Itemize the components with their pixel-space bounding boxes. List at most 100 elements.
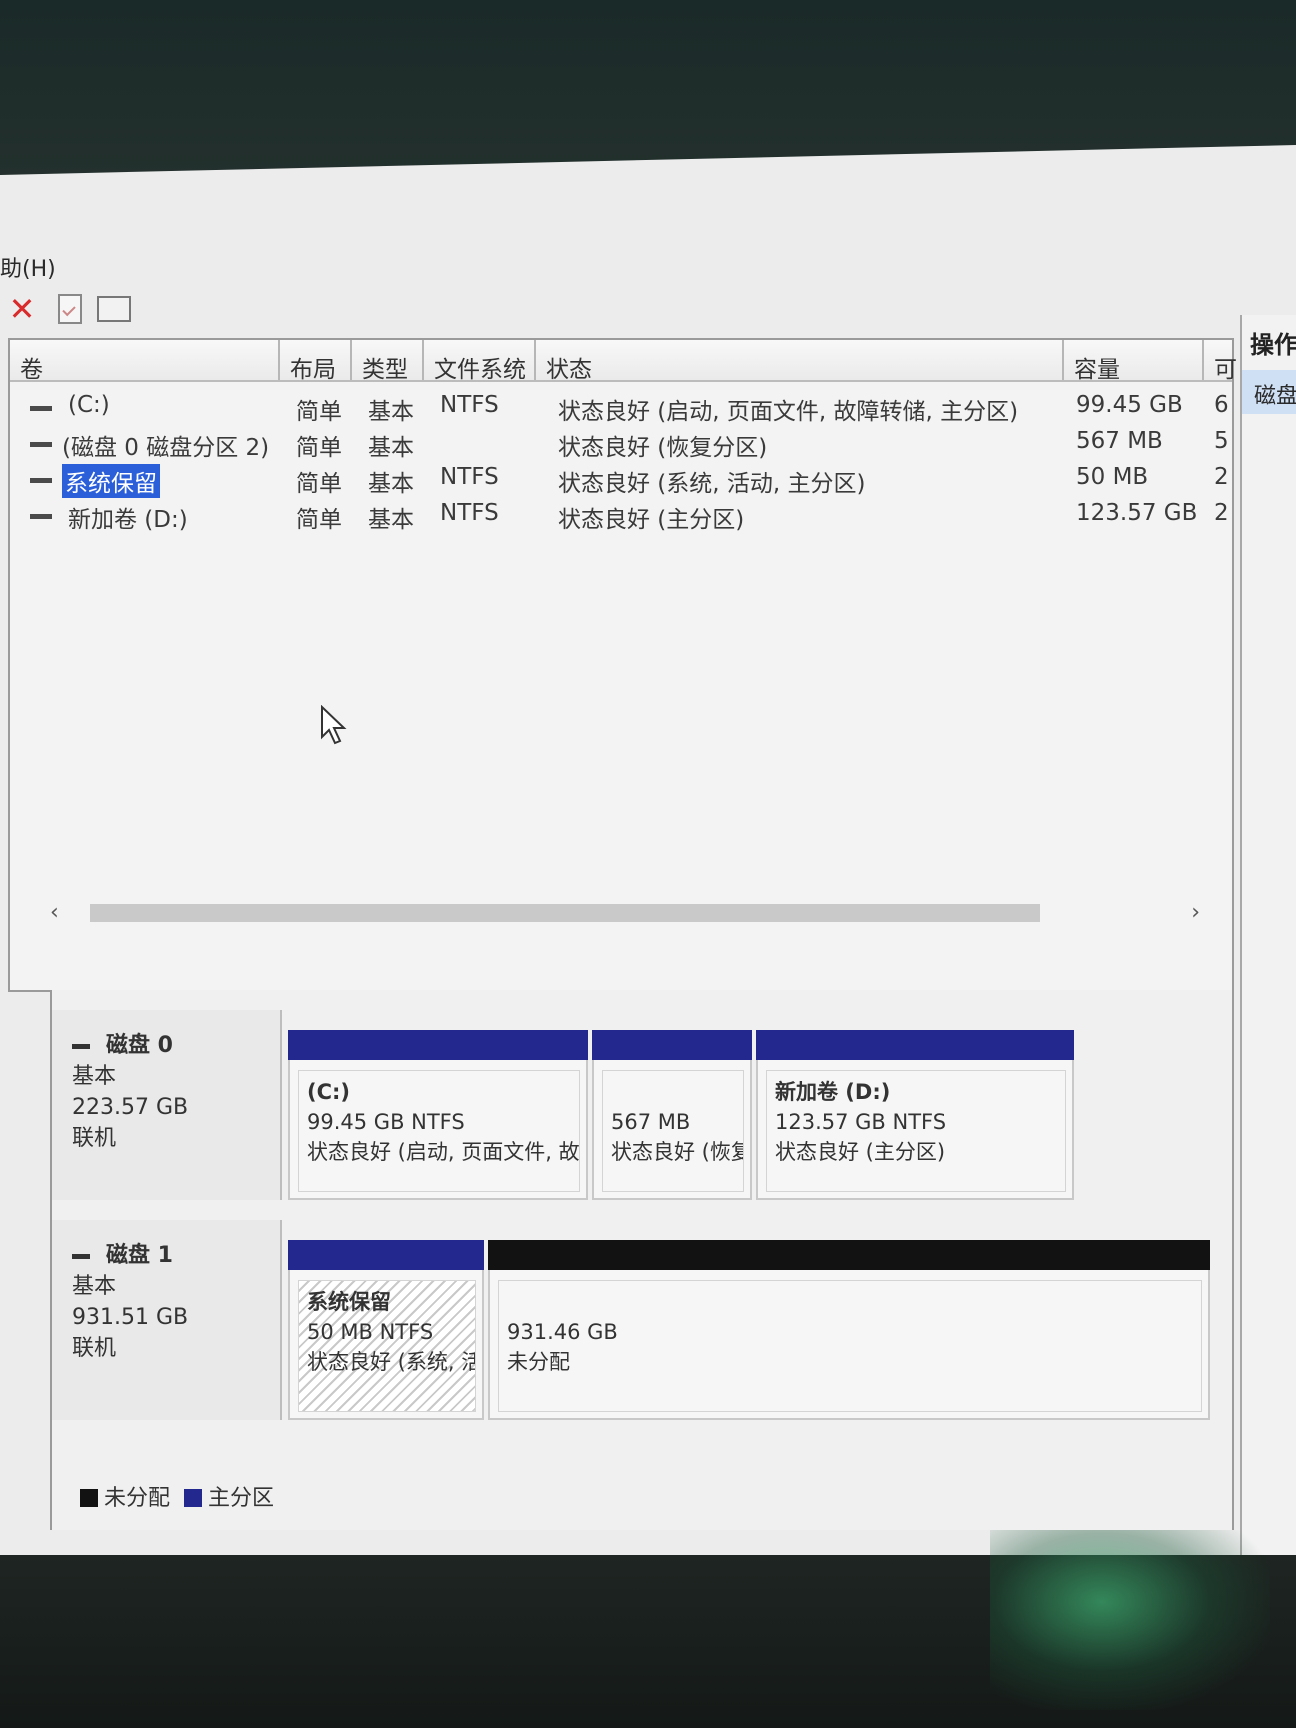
partition-size: 931.46 GB bbox=[507, 1320, 618, 1344]
disk-size: 223.57 GB bbox=[72, 1095, 189, 1120]
toolbar: ✕ bbox=[0, 290, 1296, 335]
column-header-free[interactable]: 可 bbox=[1204, 340, 1237, 383]
volume-free: 2 bbox=[1214, 500, 1229, 526]
disk-1-info: 磁盘 1 基本 931.51 GB 联机 bbox=[72, 1240, 188, 1364]
disk-size: 931.51 GB bbox=[72, 1305, 189, 1330]
partition-bar bbox=[756, 1030, 1074, 1060]
checked-document-icon[interactable] bbox=[52, 291, 88, 327]
volume-icon bbox=[30, 442, 52, 447]
partition-size: 567 MB bbox=[611, 1110, 691, 1134]
partition-status: 未分配 bbox=[507, 1350, 570, 1374]
legend-label: 未分配 bbox=[104, 1486, 171, 1511]
column-header-layout[interactable]: 布局 bbox=[280, 340, 352, 383]
disk-icon bbox=[72, 1253, 90, 1259]
mouse-cursor-icon bbox=[321, 705, 347, 745]
column-header-status[interactable]: 状态 bbox=[536, 340, 1064, 383]
disk-1-label-panel[interactable]: 磁盘 1 基本 931.51 GB 联机 bbox=[52, 1220, 282, 1420]
partition-title: 新加卷 (D:) bbox=[775, 1080, 891, 1104]
close-icon[interactable]: ✕ bbox=[4, 290, 40, 328]
disk-state: 联机 bbox=[72, 1336, 117, 1361]
monitor-bezel-top bbox=[0, 0, 1296, 175]
partition-status: 状态良好 (系统, 活 bbox=[307, 1350, 476, 1374]
volume-status: 状态良好 (系统, 活动, 主分区) bbox=[558, 471, 866, 497]
horizontal-scrollbar[interactable]: ‹ › bbox=[50, 900, 1200, 925]
partition-size: 99.45 GB NTFS bbox=[307, 1110, 465, 1134]
unallocated-space[interactable]: 931.46 GB 未分配 bbox=[488, 1240, 1210, 1420]
partition-title: 系统保留 bbox=[307, 1290, 391, 1314]
volume-capacity: 50 MB bbox=[1076, 464, 1149, 490]
scroll-right-icon[interactable]: › bbox=[1191, 900, 1200, 925]
volume-name: (磁盘 0 磁盘分区 2) bbox=[62, 435, 270, 461]
volume-icon bbox=[30, 514, 52, 519]
legend-swatch-primary bbox=[184, 1489, 203, 1507]
partition-recovery[interactable]: 567 MB 状态良好 (恢复 bbox=[592, 1030, 752, 1200]
partition-details: (C:) 99.45 GB NTFS 状态良好 (启动, 页面文件, 故 bbox=[298, 1070, 580, 1192]
menu-help[interactable]: 助(H) bbox=[0, 251, 56, 283]
volume-layout: 简单 bbox=[296, 435, 342, 461]
column-header-filesystem[interactable]: 文件系统 bbox=[424, 340, 536, 383]
partition-bar bbox=[592, 1030, 752, 1060]
volume-name: 新加卷 (D:) bbox=[68, 507, 188, 533]
actions-item-disk[interactable]: 磁盘 bbox=[1242, 370, 1296, 414]
disk-name: 磁盘 1 bbox=[106, 1243, 173, 1268]
volume-type: 基本 bbox=[368, 399, 414, 425]
volume-capacity: 123.57 GB bbox=[1076, 500, 1198, 526]
disk-state: 联机 bbox=[72, 1126, 117, 1151]
partition-bar bbox=[488, 1240, 1210, 1270]
volume-free: 5 bbox=[1214, 428, 1229, 454]
column-header-volume[interactable]: 卷 bbox=[10, 340, 280, 383]
actions-pane: 操作 磁盘 bbox=[1240, 315, 1296, 1557]
volume-status: 状态良好 (主分区) bbox=[558, 507, 745, 533]
volume-row[interactable]: (C:) 简单 基本 NTFS 状态良好 (启动, 页面文件, 故障转储, 主分… bbox=[10, 392, 1232, 426]
volume-filesystem: NTFS bbox=[440, 392, 499, 418]
desk-light-glow bbox=[990, 1530, 1270, 1710]
volume-type: 基本 bbox=[368, 471, 414, 497]
volume-layout: 简单 bbox=[296, 471, 342, 497]
disk-management-window: 助(H) ✕ 卷 布局 类型 文件系统 状态 容量 可 (C:) 简单 基本 N… bbox=[0, 145, 1296, 1557]
menu-bar: 助(H) bbox=[0, 245, 1296, 283]
volume-row-selected[interactable]: 系统保留 简单 基本 NTFS 状态良好 (系统, 活动, 主分区) 50 MB… bbox=[10, 464, 1232, 498]
volume-row[interactable]: 新加卷 (D:) 简单 基本 NTFS 状态良好 (主分区) 123.57 GB… bbox=[10, 500, 1232, 534]
partition-details: 新加卷 (D:) 123.57 GB NTFS 状态良好 (主分区) bbox=[766, 1070, 1066, 1192]
volume-name: (C:) bbox=[68, 392, 110, 418]
volume-icon bbox=[30, 406, 52, 411]
partition-details: 567 MB 状态良好 (恢复 bbox=[602, 1070, 744, 1192]
disk-icon bbox=[72, 1043, 90, 1049]
scrollbar-thumb[interactable] bbox=[90, 904, 1040, 922]
disk-kind: 基本 bbox=[72, 1064, 117, 1089]
partition-details: 系统保留 50 MB NTFS 状态良好 (系统, 活 bbox=[298, 1280, 476, 1412]
volume-type: 基本 bbox=[368, 507, 414, 533]
legend-label: 主分区 bbox=[208, 1486, 275, 1511]
volume-row[interactable]: (磁盘 0 磁盘分区 2) 简单 基本 状态良好 (恢复分区) 567 MB 5 bbox=[10, 428, 1232, 462]
volume-status: 状态良好 (启动, 页面文件, 故障转储, 主分区) bbox=[558, 399, 1019, 425]
volume-capacity: 99.45 GB bbox=[1076, 392, 1183, 418]
volume-layout: 简单 bbox=[296, 399, 342, 425]
volume-free: 6 bbox=[1214, 392, 1229, 418]
disk-0-label-panel[interactable]: 磁盘 0 基本 223.57 GB 联机 bbox=[52, 1010, 282, 1200]
column-header-type[interactable]: 类型 bbox=[352, 340, 424, 383]
actions-title: 操作 bbox=[1250, 331, 1296, 359]
partition-system-reserved[interactable]: 系统保留 50 MB NTFS 状态良好 (系统, 活 bbox=[288, 1240, 484, 1420]
partition-bar bbox=[288, 1240, 484, 1270]
volume-status: 状态良好 (恢复分区) bbox=[558, 435, 768, 461]
volume-list: 卷 布局 类型 文件系统 状态 容量 可 (C:) 简单 基本 NTFS 状态良… bbox=[8, 338, 1237, 992]
scroll-left-icon[interactable]: ‹ bbox=[50, 900, 59, 925]
panel-icon[interactable] bbox=[96, 291, 132, 327]
column-header-capacity[interactable]: 容量 bbox=[1064, 340, 1204, 383]
partition-details: 931.46 GB 未分配 bbox=[498, 1280, 1202, 1412]
disk-name: 磁盘 0 bbox=[106, 1033, 173, 1058]
partition-c[interactable]: (C:) 99.45 GB NTFS 状态良好 (启动, 页面文件, 故 bbox=[288, 1030, 588, 1200]
partition-status: 状态良好 (主分区) bbox=[775, 1140, 946, 1164]
legend: 未分配 主分区 bbox=[80, 1480, 274, 1512]
volume-capacity: 567 MB bbox=[1076, 428, 1163, 454]
partition-title: (C:) bbox=[307, 1080, 351, 1104]
volume-filesystem: NTFS bbox=[440, 464, 499, 490]
volume-filesystem: NTFS bbox=[440, 500, 499, 526]
legend-swatch-unallocated bbox=[80, 1489, 98, 1507]
partition-d[interactable]: 新加卷 (D:) 123.57 GB NTFS 状态良好 (主分区) bbox=[756, 1030, 1074, 1200]
disk-0-info: 磁盘 0 基本 223.57 GB 联机 bbox=[72, 1030, 188, 1154]
disk-map: 磁盘 0 基本 223.57 GB 联机 (C:) 99.45 GB NTFS … bbox=[50, 990, 1234, 1530]
volume-icon bbox=[30, 478, 52, 483]
disk-kind: 基本 bbox=[72, 1274, 117, 1299]
volume-free: 2 bbox=[1214, 464, 1229, 490]
